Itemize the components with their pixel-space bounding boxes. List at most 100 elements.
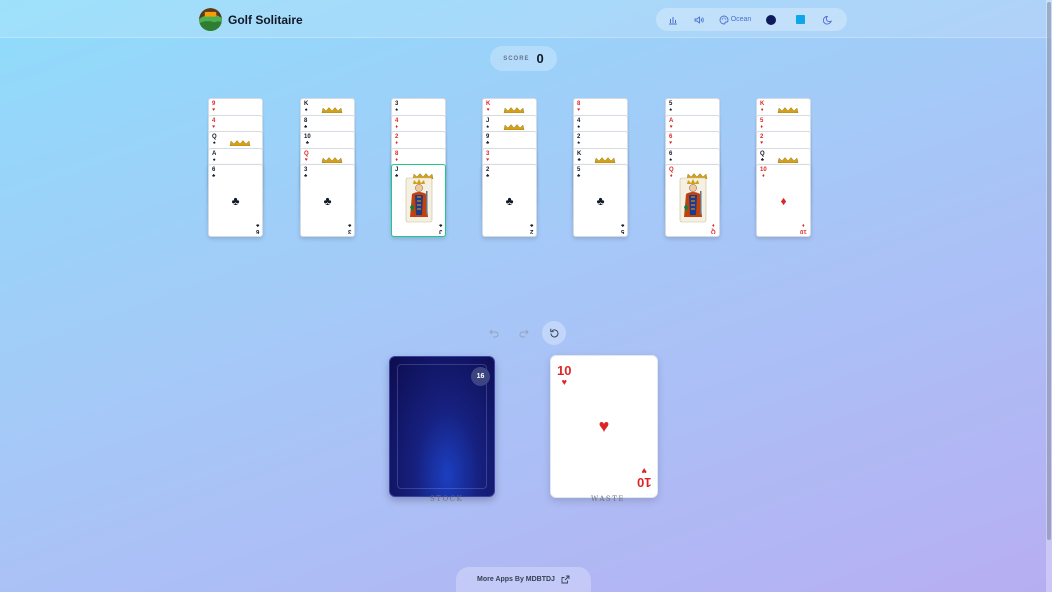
card-corner: 5 ♣ <box>577 167 580 179</box>
card-rank: 6 <box>255 228 259 234</box>
theme-button[interactable]: Ocean <box>714 8 756 31</box>
external-link-icon <box>561 575 570 584</box>
card-center-pip: ♣ <box>231 194 240 208</box>
playing-card[interactable]: 10 ♦ ♦ 10 ♦ <box>756 164 811 237</box>
card-suit: ♣ <box>577 156 581 163</box>
waste-rank: 10 <box>557 363 572 378</box>
card-suit: ♦ <box>760 123 763 130</box>
card-rank: Q <box>711 228 716 234</box>
dark-mode-button[interactable] <box>814 8 842 31</box>
card-suit: ♦ <box>670 173 673 179</box>
card-corner: 4 ♦ <box>395 118 398 130</box>
card-suit: ♥ <box>669 140 673 146</box>
card-center-pip: ♦ <box>780 194 787 208</box>
playing-card[interactable]: Q ♦ Q ♦ <box>665 164 720 237</box>
card-rank: 5 <box>760 117 764 124</box>
sound-button[interactable] <box>684 8 714 31</box>
card-corner: Q ♦ <box>669 167 674 179</box>
card-rank: Q <box>760 150 765 157</box>
card-corner: K ♥ <box>486 101 490 113</box>
playing-card[interactable]: 6 ♣ ♣ 6 ♣ <box>208 164 263 237</box>
waste-corner-bottom: 10 ♥ <box>637 466 651 490</box>
scrollbar[interactable] <box>1046 0 1052 592</box>
card-rank: 10 <box>800 228 807 234</box>
card-corner: A ♠ <box>212 151 216 163</box>
playing-card[interactable]: 5 ♣ ♣ 5 ♣ <box>573 164 628 237</box>
redo-button[interactable] <box>512 321 536 345</box>
card-corner: A ♥ <box>669 118 673 130</box>
card-suit: ♦ <box>395 123 398 130</box>
card-corner: 9 ♥ <box>212 101 215 113</box>
redo-icon <box>519 329 529 338</box>
card-rank: 8 <box>304 117 308 124</box>
card-corner: 2 ♠ <box>577 134 580 146</box>
card-suit: ♠ <box>395 107 398 113</box>
navy-dot-icon <box>766 14 776 25</box>
tableau-column: 9 ♥ 4 ♥ Q ♠ A ♠ 6 ♣ ♣ 6 ♣ <box>208 98 263 237</box>
card-corner: 8 ♥ <box>577 101 580 113</box>
card-suit: ♣ <box>304 173 308 179</box>
card-corner: 2 ♥ <box>760 134 763 146</box>
card-suit: ♠ <box>669 156 672 163</box>
card-corner: 8 ♣ <box>304 118 307 130</box>
stock-pile[interactable]: 16 <box>389 356 495 497</box>
card-suit: ♣ <box>304 123 308 130</box>
card-corner: 4 ♠ <box>577 118 580 130</box>
card-suit: ♠ <box>577 123 580 130</box>
card-rank: 4 <box>395 117 399 124</box>
card-rank: 6 <box>669 150 673 157</box>
stats-button[interactable] <box>662 8 684 31</box>
palette-icon <box>719 15 729 24</box>
card-rank: 8 <box>395 150 399 157</box>
more-apps-label: More Apps By MDBTDJ <box>477 576 555 583</box>
crown-icon <box>503 123 525 130</box>
restart-icon <box>549 328 558 337</box>
card-back-color-button[interactable] <box>756 8 786 31</box>
card-rank: J <box>486 117 490 124</box>
card-rank: 4 <box>212 117 216 124</box>
scrollbar-thumb[interactable] <box>1047 2 1051 540</box>
card-suit: ♣ <box>620 222 624 228</box>
face-card-art-icon <box>679 177 707 223</box>
card-corner: 10 ♣ <box>304 134 311 146</box>
card-suit: ♥ <box>669 123 673 130</box>
card-corner-bottom: 3 ♣ <box>348 222 351 234</box>
card-corner-bottom: 10 ♦ <box>800 222 807 234</box>
card-suit: ♦ <box>762 173 765 179</box>
card-corner: J ♠ <box>486 118 489 130</box>
card-corner: Q ♣ <box>760 151 765 163</box>
crown-icon <box>594 156 616 163</box>
card-style-button[interactable] <box>786 8 814 31</box>
card-rank: A <box>669 117 674 124</box>
brand: Golf Solitaire <box>199 8 303 31</box>
crown-icon <box>321 156 343 163</box>
card-suit: ♣ <box>305 140 309 146</box>
card-suit: ♦ <box>395 156 398 163</box>
crown-icon <box>503 107 525 113</box>
waste-suit: ♥ <box>561 377 567 387</box>
playing-card[interactable]: 3 ♣ ♣ 3 ♣ <box>300 164 355 237</box>
playing-card[interactable]: 2 ♣ ♣ 2 ♣ <box>482 164 537 237</box>
card-center-pip: ♣ <box>596 194 605 208</box>
tableau-column: 8 ♥ 4 ♠ 2 ♠ K ♣ 5 ♣ ♣ 5 ♣ <box>573 98 628 237</box>
card-corner: 6 ♥ <box>669 134 672 146</box>
tableau-column: K ♠ 8 ♣ 10 ♣ Q ♥ 3 ♣ ♣ 3 ♣ <box>300 98 355 237</box>
card-corner: K ♦ <box>760 101 764 113</box>
undo-icon <box>489 329 499 338</box>
card-corner: K ♠ <box>304 101 308 113</box>
more-apps-link[interactable]: More Apps By MDBTDJ <box>456 567 591 592</box>
restart-button[interactable] <box>542 321 566 345</box>
card-suit: ♥ <box>577 107 581 113</box>
card-corner-bottom: J ♣ <box>439 222 442 234</box>
action-buttons <box>482 321 566 345</box>
score-label: SCORE <box>503 55 530 62</box>
card-rank: 5 <box>620 228 624 234</box>
card-rank: 2 <box>529 228 533 234</box>
card-corner-bottom: 5 ♣ <box>621 222 624 234</box>
undo-button[interactable] <box>482 321 506 345</box>
card-corner: 8 ♦ <box>395 151 398 163</box>
playing-card[interactable]: J ♣ J ♣ <box>391 164 446 237</box>
card-corner: 3 ♠ <box>395 101 398 113</box>
card-corner: 3 ♥ <box>486 151 489 163</box>
crown-icon <box>777 107 799 113</box>
